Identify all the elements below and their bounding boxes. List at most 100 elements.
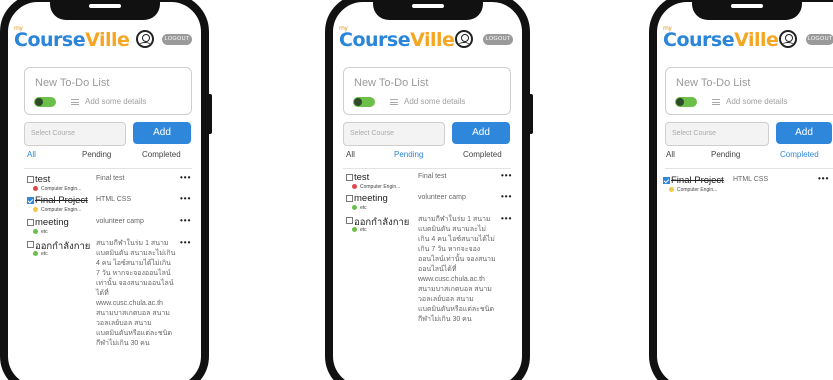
courseville-logo: my CourseVille bbox=[14, 25, 130, 51]
add-button[interactable]: Add bbox=[452, 122, 510, 144]
divider bbox=[665, 168, 833, 169]
phone-mockup-completed: my CourseVille LOGOUT New To-Do List Add … bbox=[649, 0, 833, 380]
tab-pending[interactable]: Pending bbox=[394, 150, 423, 159]
select-course-dropdown[interactable]: Select Course bbox=[343, 122, 445, 146]
course-label: Computer Engin... bbox=[41, 186, 82, 192]
more-options-icon[interactable]: ••• bbox=[180, 173, 191, 182]
details-field[interactable]: Add some details bbox=[71, 97, 146, 106]
toggle-knob bbox=[35, 98, 43, 106]
phone-notch bbox=[49, 0, 160, 20]
course-dot bbox=[352, 227, 357, 232]
logout-button[interactable]: LOGOUT bbox=[483, 34, 513, 45]
new-todo-input[interactable]: New To-Do List bbox=[35, 77, 109, 89]
more-options-icon[interactable]: ••• bbox=[180, 216, 191, 225]
todo-title: test bbox=[354, 172, 370, 183]
todo-item[interactable]: Final Project Computer Engin... HTML CSS… bbox=[663, 174, 833, 195]
more-options-icon[interactable]: ••• bbox=[818, 174, 829, 183]
todo-checkbox[interactable] bbox=[346, 195, 353, 202]
add-button[interactable]: Add bbox=[776, 122, 832, 144]
details-field[interactable]: Add some details bbox=[712, 97, 787, 106]
course-label: etc bbox=[360, 227, 367, 233]
more-options-icon[interactable]: ••• bbox=[180, 194, 191, 203]
course-label: etc bbox=[41, 251, 48, 257]
logo-my: my bbox=[14, 25, 23, 32]
tab-completed[interactable]: Completed bbox=[780, 150, 819, 159]
toggle-switch[interactable] bbox=[675, 97, 697, 107]
more-options-icon[interactable]: ••• bbox=[501, 214, 512, 223]
todo-item[interactable]: ออกกำลังกาย etc สนามกีฬาในร่ม 1 สนาม แบด… bbox=[27, 238, 192, 379]
todo-item[interactable]: test Computer Engin... Final test ••• bbox=[27, 173, 192, 194]
todo-title: Final Project bbox=[35, 195, 88, 206]
toggle-knob bbox=[354, 98, 362, 106]
new-todo-input[interactable]: New To-Do List bbox=[354, 77, 428, 89]
logo-course: Course bbox=[663, 29, 735, 51]
tab-all[interactable]: All bbox=[346, 150, 355, 159]
course-dot bbox=[33, 207, 38, 212]
todo-checkbox[interactable] bbox=[27, 197, 34, 204]
todo-item[interactable]: meeting etc volunteer camp ••• bbox=[27, 216, 192, 237]
todo-checkbox[interactable] bbox=[27, 241, 34, 248]
new-todo-card: New To-Do List Add some details bbox=[24, 67, 192, 115]
tab-all[interactable]: All bbox=[666, 150, 675, 159]
user-avatar-icon[interactable] bbox=[136, 30, 154, 48]
tab-all[interactable]: All bbox=[27, 150, 36, 159]
phone-notch bbox=[692, 0, 802, 20]
more-options-icon[interactable]: ••• bbox=[501, 192, 512, 201]
todo-title: Final Project bbox=[671, 175, 724, 186]
user-avatar-icon[interactable] bbox=[455, 30, 473, 48]
logo-my: my bbox=[663, 25, 672, 32]
toggle-switch[interactable] bbox=[34, 97, 56, 107]
course-dot bbox=[33, 186, 38, 191]
todo-description: volunteer camp bbox=[96, 218, 144, 225]
select-course-dropdown[interactable]: Select Course bbox=[665, 122, 769, 146]
courseville-logo: my CourseVille bbox=[339, 25, 455, 51]
more-options-icon[interactable]: ••• bbox=[501, 171, 512, 180]
course-dot bbox=[669, 187, 674, 192]
toggle-switch[interactable] bbox=[353, 97, 375, 107]
filter-tabs: All Pending Completed bbox=[27, 150, 187, 162]
tab-completed[interactable]: Completed bbox=[463, 150, 502, 159]
todo-checkbox[interactable] bbox=[346, 174, 353, 181]
todo-description: สนามกีฬาในร่ม 1 สนาม แบดมินตัน สนามละไม่… bbox=[418, 216, 496, 323]
course-dot bbox=[33, 229, 38, 234]
more-options-icon[interactable]: ••• bbox=[180, 238, 191, 247]
logo-course: Course bbox=[339, 29, 411, 51]
app-screen: my CourseVille LOGOUT New To-Do List Add … bbox=[0, 0, 209, 380]
details-placeholder: Add some details bbox=[726, 97, 788, 106]
add-button[interactable]: Add bbox=[133, 122, 191, 144]
app-header: my CourseVille LOGOUT bbox=[661, 25, 833, 55]
app-screen: my CourseVille LOGOUT New To-Do List Add … bbox=[325, 0, 530, 380]
filter-tabs: All Pending Completed bbox=[346, 150, 506, 162]
todo-item[interactable]: meeting etc volunteer camp ••• bbox=[346, 192, 512, 213]
phone-speaker bbox=[731, 4, 763, 8]
course-dot bbox=[352, 184, 357, 189]
todo-checkbox[interactable] bbox=[346, 217, 353, 224]
todo-description: Final test bbox=[96, 175, 125, 182]
select-course-dropdown[interactable]: Select Course bbox=[24, 122, 126, 146]
tab-pending[interactable]: Pending bbox=[711, 150, 740, 159]
todo-checkbox[interactable] bbox=[663, 177, 670, 184]
todo-item[interactable]: test Computer Engin... Final test ••• bbox=[346, 171, 512, 192]
new-todo-input[interactable]: New To-Do List bbox=[676, 77, 750, 89]
tab-completed[interactable]: Completed bbox=[142, 150, 181, 159]
new-todo-card: New To-Do List Add some details bbox=[665, 67, 833, 115]
todo-checkbox[interactable] bbox=[27, 176, 34, 183]
todo-description: HTML CSS bbox=[733, 176, 769, 183]
tab-pending[interactable]: Pending bbox=[82, 150, 111, 159]
todo-item[interactable]: ออกกำลังกาย etc สนามกีฬาในร่ม 1 สนาม แบด… bbox=[346, 214, 512, 355]
course-label: Computer Engin... bbox=[360, 184, 401, 190]
logo-ville: Ville bbox=[734, 29, 779, 51]
todo-checkbox[interactable] bbox=[27, 219, 34, 226]
todo-item[interactable]: Final Project Computer Engin... HTML CSS… bbox=[27, 194, 192, 215]
phone-mockup-pending: my CourseVille LOGOUT New To-Do List Add … bbox=[325, 0, 533, 380]
course-dot bbox=[352, 205, 357, 210]
phone-speaker bbox=[88, 4, 121, 8]
todo-description: Final test bbox=[418, 173, 447, 180]
logout-button[interactable]: LOGOUT bbox=[806, 34, 833, 45]
details-field[interactable]: Add some details bbox=[390, 97, 465, 106]
user-avatar-icon[interactable] bbox=[779, 30, 797, 48]
logout-button[interactable]: LOGOUT bbox=[162, 34, 192, 45]
phone-mockup-all: my CourseVille LOGOUT New To-Do List Add … bbox=[0, 0, 212, 380]
phone-notch bbox=[372, 0, 483, 20]
course-dot bbox=[33, 251, 38, 256]
